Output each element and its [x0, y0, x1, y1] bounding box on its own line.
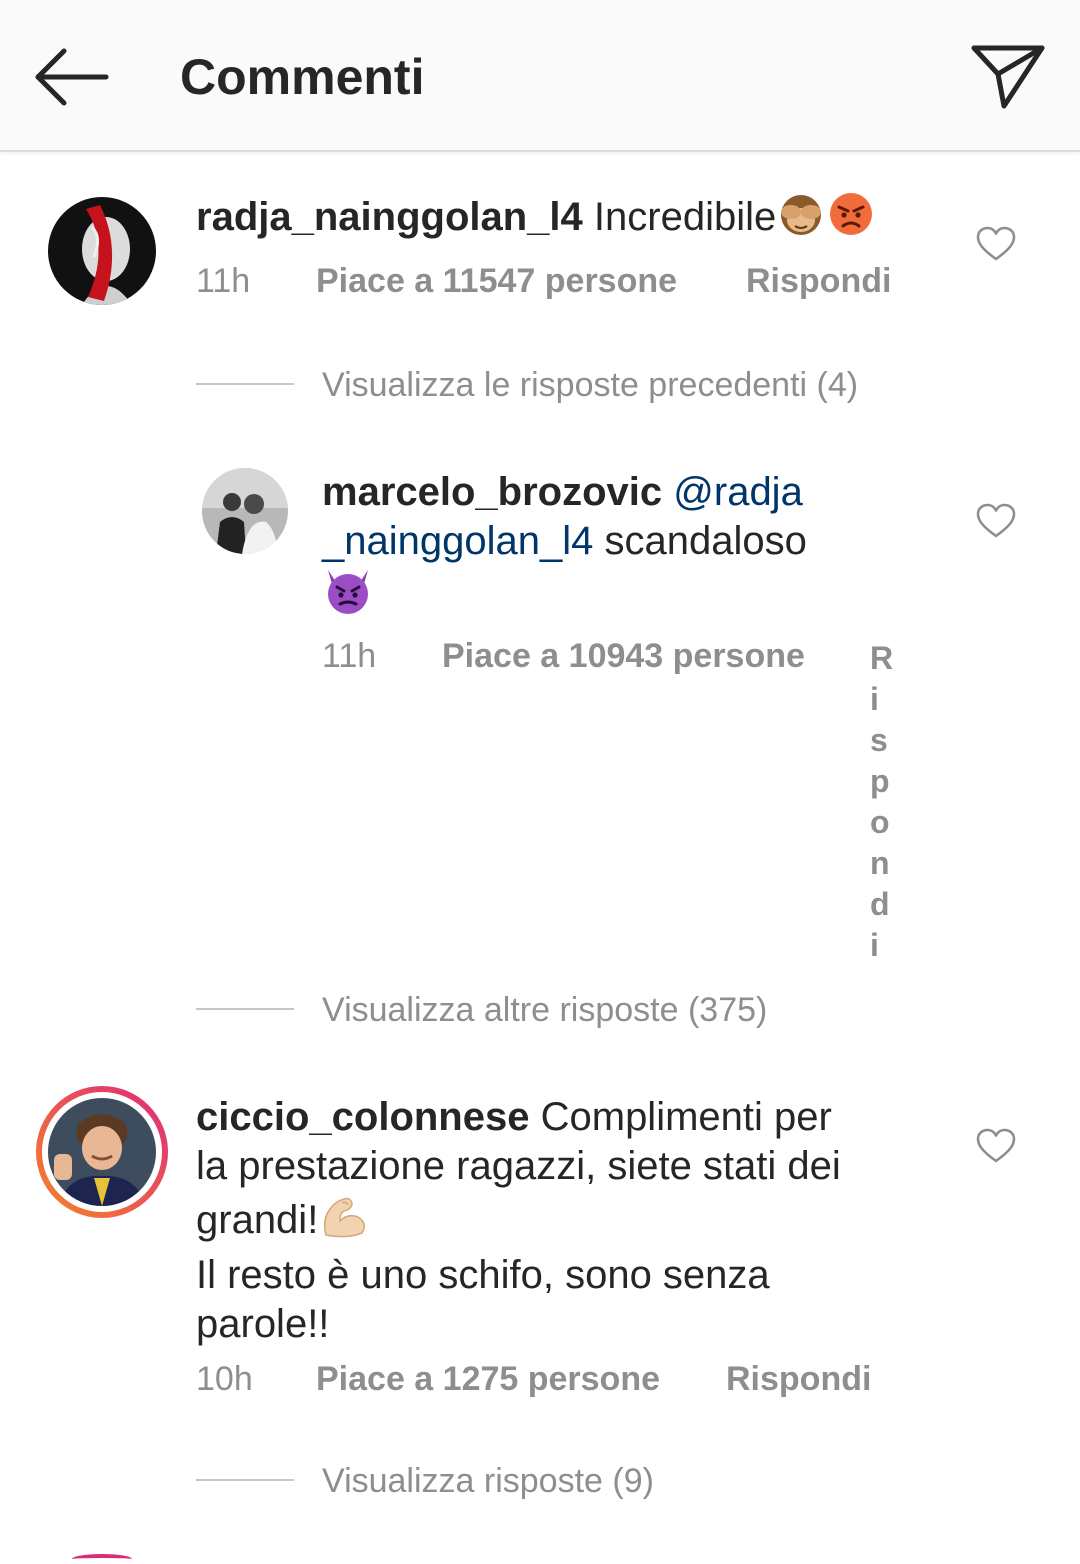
- comment-username[interactable]: ciccio_colonnese: [196, 1095, 529, 1139]
- view-replies-link[interactable]: Visualizza risposte (9): [322, 1462, 654, 1501]
- heart-outline-icon[interactable]: [976, 503, 1016, 539]
- comment-meta: 11h: [196, 262, 250, 301]
- see-no-evil-monkey-icon: [776, 190, 826, 248]
- app-header: Commenti: [0, 0, 1080, 152]
- comment-body: scandaloso: [604, 519, 807, 563]
- comment-meta: 11h: [322, 637, 376, 676]
- comment-body-line: Complimenti per: [540, 1095, 832, 1139]
- likes-label: Piace a 1275 persone: [316, 1360, 661, 1398]
- comment-time: 11h: [322, 637, 377, 675]
- likes-count[interactable]: Piace a 11547 persone: [316, 262, 677, 301]
- comment-body-line: la prestazione ragazzi, siete stati dei: [196, 1144, 841, 1188]
- heart-outline-icon[interactable]: [976, 1128, 1016, 1164]
- likes-count[interactable]: Piace a 10943 persone: [442, 637, 805, 676]
- reply-button[interactable]: Rispondi: [746, 262, 891, 301]
- reply-label: Rispondi: [726, 1360, 872, 1398]
- likes-count[interactable]: Piace a 1275 persone: [316, 1360, 660, 1399]
- thread-divider: [196, 1479, 294, 1481]
- comment-body-line: grandi!: [196, 1198, 319, 1242]
- avatar[interactable]: [36, 1086, 168, 1218]
- comment-username[interactable]: marcelo_brozovic: [322, 470, 662, 514]
- page-title: Commenti: [180, 49, 425, 105]
- heart-outline-icon[interactable]: [976, 226, 1016, 262]
- thread-divider: [196, 383, 294, 385]
- comment-body-line: parole!!: [196, 1302, 330, 1346]
- likes-label: Piace a 10943 persone: [442, 637, 805, 675]
- comment-time: 10h: [196, 1360, 253, 1398]
- reply-button[interactable]: Rispondi: [870, 638, 893, 966]
- view-more-replies-link[interactable]: Visualizza altre risposte (375): [322, 991, 767, 1030]
- thread-divider: [196, 1008, 294, 1010]
- view-previous-replies-link[interactable]: Visualizza le risposte precedenti (4): [322, 366, 858, 405]
- angry-face-icon: [826, 190, 876, 248]
- likes-label: Piace a 11547 persone: [316, 262, 678, 300]
- comment-text: ciccio_colonnese Complimenti per la pres…: [196, 1093, 916, 1349]
- comment-meta: 10h: [196, 1360, 253, 1399]
- comment-text: marcelo_brozovic @radja _nainggolan_l4 s…: [322, 468, 852, 628]
- comment-body-line: Il resto è uno schifo, sono senza: [196, 1253, 770, 1297]
- smiling-devil-icon: [322, 566, 374, 628]
- avatar[interactable]: [48, 197, 156, 305]
- comment-body: Incredibile: [593, 195, 777, 239]
- next-comment-avatar[interactable]: [72, 1554, 132, 1564]
- comment-username[interactable]: radja_nainggolan_l4: [196, 195, 583, 239]
- reply-button[interactable]: Rispondi: [726, 1360, 871, 1399]
- reply-label: Rispondi: [746, 262, 892, 300]
- comment-text: radja_nainggolan_l4 Incredibile: [196, 190, 896, 248]
- comment-time: 11h: [196, 262, 251, 300]
- flexed-biceps-icon: [318, 1191, 370, 1251]
- avatar[interactable]: [202, 468, 288, 554]
- paper-plane-icon[interactable]: [968, 40, 1048, 112]
- back-arrow-icon[interactable]: [30, 42, 110, 112]
